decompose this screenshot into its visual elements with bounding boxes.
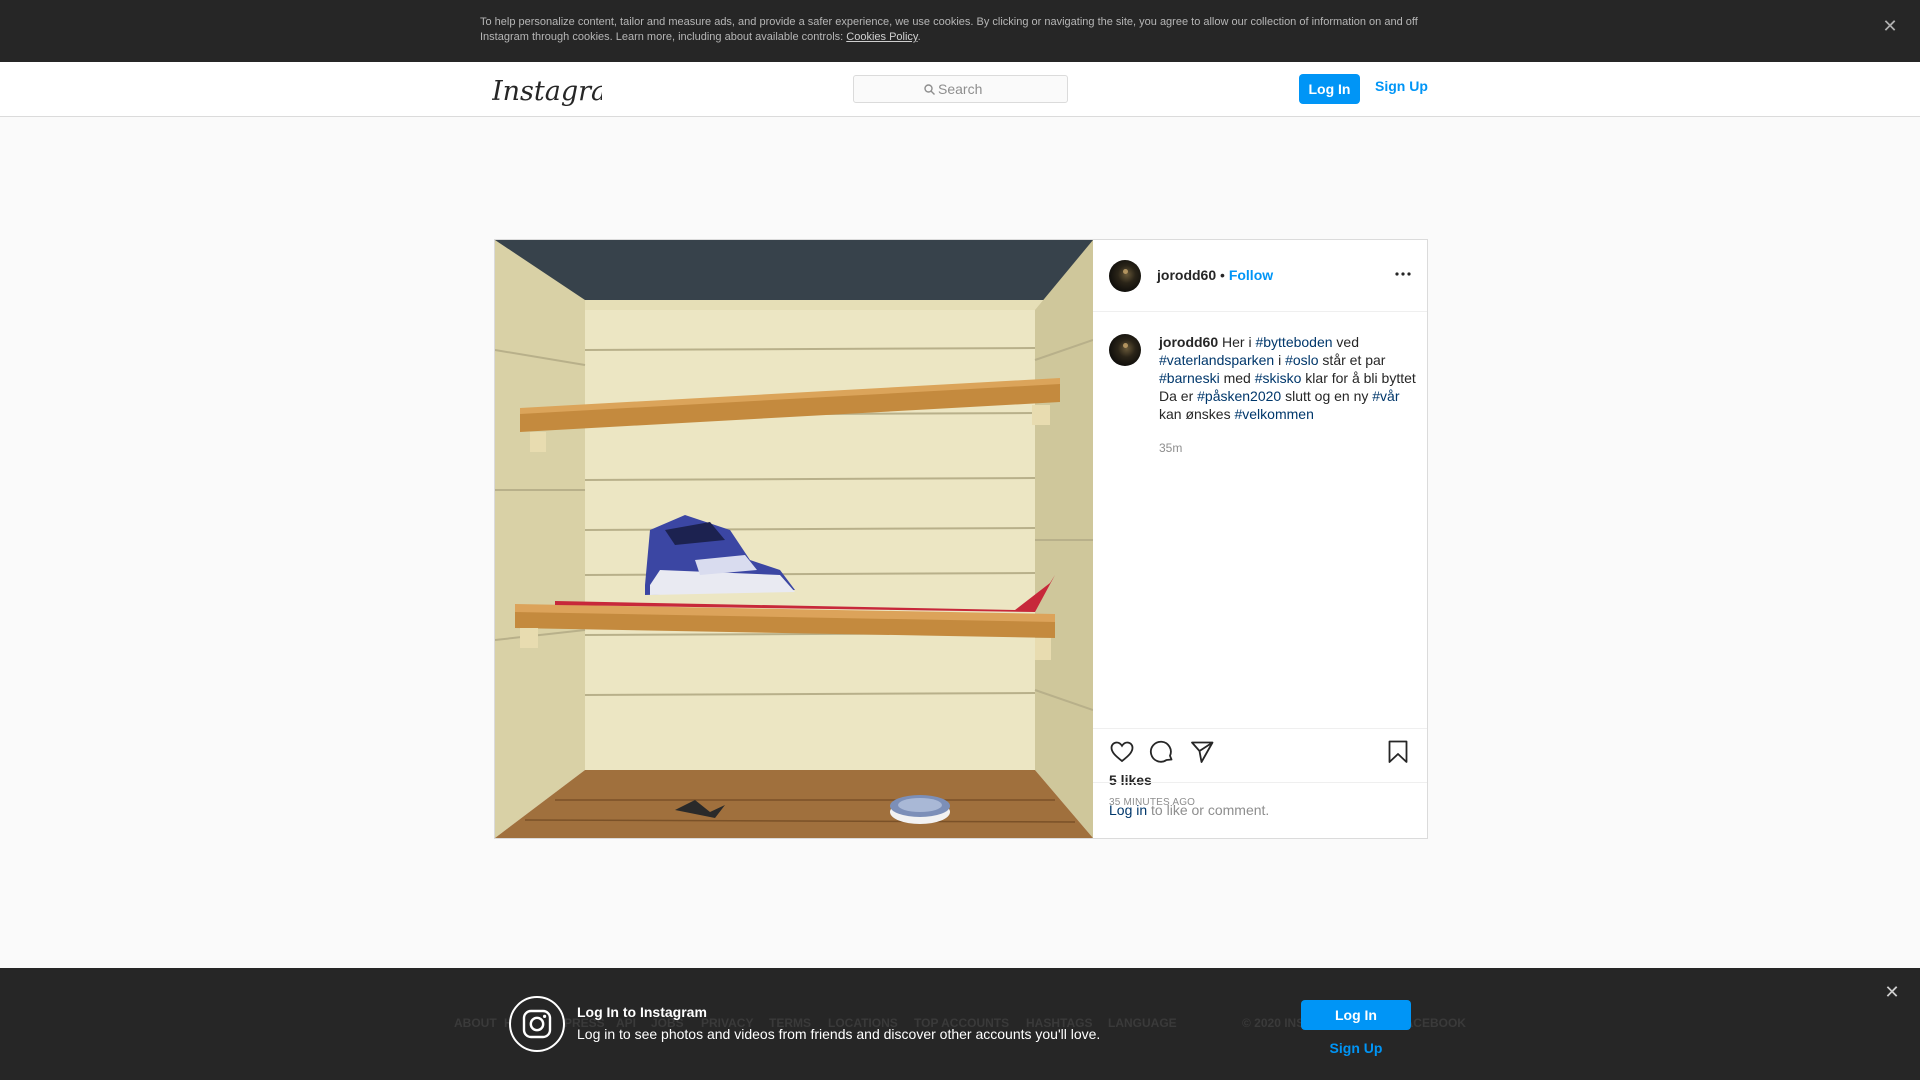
caption-username[interactable]: jorodd60 (1159, 334, 1218, 350)
caption-text-segment: Her i (1218, 334, 1256, 350)
instagram-logo[interactable]: Instagram (491, 74, 633, 108)
cookie-banner: To help personalize content, tailor and … (0, 0, 1920, 62)
heart-icon[interactable] (1109, 739, 1135, 765)
hashtag-link[interactable]: #bytteboden (1255, 334, 1332, 350)
footer-link-language[interactable]: LANGUAGE (1108, 1016, 1177, 1030)
top-navigation: Instagram Log In Sign Up (0, 62, 1920, 117)
post-photo[interactable] (495, 240, 1093, 838)
login-button[interactable]: Log In (1299, 74, 1360, 104)
avatar[interactable] (1109, 260, 1141, 292)
comment-bar: Log in to like or comment. (1093, 782, 1427, 838)
hashtag-link[interactable]: #oslo (1285, 352, 1318, 368)
comment-login-link[interactable]: Log in (1109, 802, 1147, 818)
hashtag-link[interactable]: #velkommen (1234, 406, 1313, 422)
post-card: jorodd60 • Follow jorodd60 Her i #bytteb… (494, 239, 1428, 839)
caption-text-segment: med (1219, 370, 1255, 386)
post-sidebar: jorodd60 • Follow jorodd60 Her i #bytteb… (1093, 240, 1427, 838)
follow-button[interactable]: Follow (1229, 267, 1273, 283)
caption-timestamp[interactable]: 35m (1159, 441, 1182, 455)
signup-link[interactable]: Sign Up (1375, 78, 1428, 98)
hashtag-link[interactable]: #vaterlandsparken (1159, 352, 1274, 368)
caption-text-segment: ⁣ (1313, 406, 1319, 422)
logo-wordmark: Instagram (492, 76, 602, 107)
instagram-glyph-icon (509, 996, 565, 1052)
bottom-login-button[interactable]: Log In (1301, 1000, 1411, 1030)
comment-icon[interactable] (1149, 739, 1175, 765)
hashtag-link[interactable]: #barneski (1159, 370, 1220, 386)
caption-text-segment: slutt og en ny (1281, 388, 1373, 404)
hashtag-link[interactable]: #skisko (1255, 370, 1302, 386)
caption-text: jorodd60 Her i #bytteboden ved #vaterlan… (1159, 333, 1419, 423)
comment-prompt-text: to like or comment. (1147, 802, 1270, 818)
bottom-signup-link[interactable]: Sign Up (1301, 1040, 1411, 1056)
bookmark-icon[interactable] (1385, 739, 1411, 765)
login-prompt-title: Log In to Instagram (577, 1004, 707, 1020)
login-prompt-bar: ABOUTHELPPRESSAPIJOBSPRIVACYTERMSLOCATIO… (0, 968, 1920, 1080)
post-header: jorodd60 • Follow (1093, 240, 1427, 312)
author-username[interactable]: jorodd60 (1157, 267, 1216, 283)
separator: • (1216, 267, 1229, 283)
comment-prompt: Log in to like or comment. (1109, 802, 1269, 818)
cookie-message: To help personalize content, tailor and … (480, 16, 1418, 43)
login-prompt-subtitle: Log in to see photos and videos from fri… (577, 1026, 1101, 1042)
cookies-policy-link[interactable]: Cookies Policy (846, 31, 917, 43)
caption-text-segment: kan ønskes (1159, 406, 1235, 422)
search-input[interactable] (938, 79, 1058, 99)
hashtag-link[interactable]: #påsken2020 (1197, 388, 1281, 404)
footer-link-about[interactable]: ABOUT (454, 1016, 497, 1030)
more-options-icon[interactable] (1391, 262, 1415, 286)
caption-text-segment: i (1274, 352, 1286, 368)
search-box[interactable] (853, 75, 1068, 103)
close-icon[interactable]: ✕ (1880, 16, 1900, 36)
caption-text-segment: står et par (1318, 352, 1386, 368)
cookie-text: To help personalize content, tailor and … (480, 16, 1418, 43)
share-icon[interactable] (1189, 739, 1215, 765)
close-icon[interactable]: ✕ (1882, 982, 1902, 1002)
post-author: jorodd60 • Follow (1157, 266, 1273, 284)
post-image (495, 240, 1093, 838)
hashtag-link[interactable]: #vår (1372, 388, 1399, 404)
caption-avatar[interactable] (1109, 334, 1141, 366)
caption-text-segment: ved (1332, 334, 1360, 350)
search-icon (924, 84, 935, 95)
caption-area: jorodd60 Her i #bytteboden ved #vaterlan… (1093, 312, 1427, 728)
